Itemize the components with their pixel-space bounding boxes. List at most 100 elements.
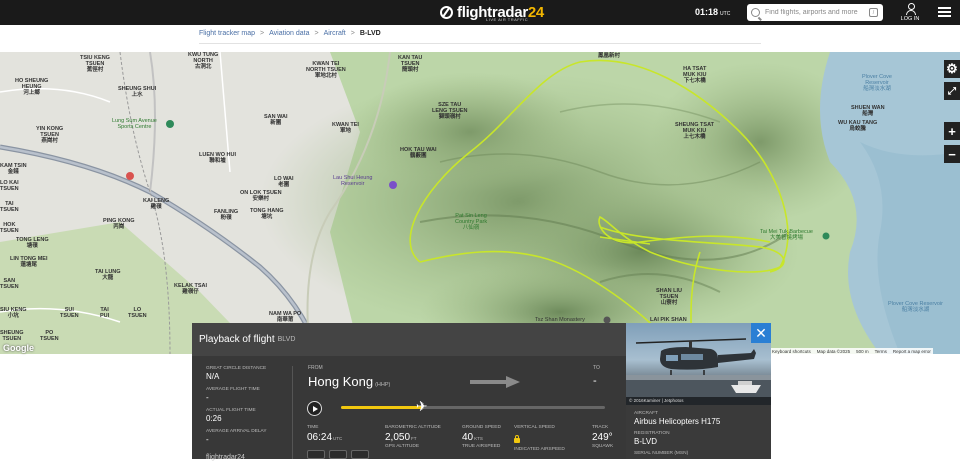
map-label: LUEN WO HUI 聯和墟 <box>199 152 236 164</box>
origin-airport[interactable]: Hong Kong (HHP) <box>308 374 390 389</box>
playback-header: Playback of flight BLVD <box>192 323 626 356</box>
map-label: KWAN TEI 軍地 <box>332 122 359 134</box>
search-input[interactable] <box>765 9 869 16</box>
close-panel-button[interactable]: ✕ <box>751 323 771 343</box>
map-label: KWAN TEI NORTH TSUEN 軍地北村 <box>306 61 346 79</box>
breadcrumb-aviation-data[interactable]: Aviation data <box>269 30 309 37</box>
flight-stats: GREAT CIRCLE DISTANCE N/A AVERAGE FLIGHT … <box>206 366 284 450</box>
playback-timeline-slider[interactable]: ✈ <box>341 399 605 413</box>
map-label: TAI PUI <box>100 307 110 319</box>
map-label: FANLING 粉嶺 <box>214 209 239 221</box>
map-label: KAI LENG 雞嶺 <box>143 198 170 210</box>
map-label: KELAK TSAI 雞嶺仔 <box>174 283 207 295</box>
map-label: KWU TUNG NORTH 古洞北 <box>188 52 219 70</box>
map-footer: Keyboard shortcuts Map data ©2025 500 m … <box>770 348 933 354</box>
map-label: SAN TSUEN <box>0 278 19 290</box>
playback-tool-button[interactable] <box>307 450 325 459</box>
zoom-in-button[interactable]: + <box>944 122 960 140</box>
radar-logo-icon <box>440 6 453 19</box>
zoom-out-button[interactable]: − <box>944 145 960 163</box>
map-label: LO KAI TSUEN <box>0 180 19 192</box>
timeline-progress <box>341 406 423 409</box>
destination-airport: - <box>593 375 597 387</box>
terms-link[interactable]: Terms <box>875 349 887 354</box>
poi-label[interactable]: Lau Shui Heung Reservoir <box>333 175 372 187</box>
user-icon <box>906 3 916 15</box>
great-circle-distance: N/A <box>206 372 220 381</box>
breadcrumb-aircraft[interactable]: Aircraft <box>324 30 346 37</box>
map-label: SHEUNG TSAT MUK KIU 上七木橋 <box>675 122 715 140</box>
login-button[interactable]: LOG IN <box>898 3 922 22</box>
search-box[interactable]: / <box>747 4 883 21</box>
top-navigation-bar: flightradar24 LIVE AIR TRAFFIC 01:18 UTC … <box>0 0 960 25</box>
hamburger-menu-icon[interactable] <box>938 7 951 17</box>
map-label: HOK TSUEN <box>0 222 19 234</box>
aircraft-info-panel: © 2016Kaminer | Jetphotos AIRCRAFT Airbu… <box>626 323 771 459</box>
photo-credit[interactable]: © 2016Kaminer | Jetphotos <box>626 397 771 405</box>
map-label: SIU KENG 小坑 <box>0 307 27 319</box>
map-label: KAN TAU TSUEN 簡頭村 <box>398 55 423 73</box>
flight-map[interactable]: KWU TUNG NORTH 古洞北 HO SHEUNG HEUNG 河上鄉 YIN K… <box>0 52 960 354</box>
aircraft-photo[interactable]: © 2016Kaminer | Jetphotos <box>626 323 771 405</box>
playback-tool-button[interactable] <box>329 450 347 459</box>
lock-icon[interactable] <box>514 435 520 443</box>
map-label: TONG LENG 塘嶺 <box>16 237 49 249</box>
route-arrow-icon <box>470 376 520 388</box>
flightradar24-logo[interactable]: flightradar24 LIVE AIR TRAFFIC <box>440 2 544 23</box>
breadcrumb-flight-tracker-map[interactable]: Flight tracker map <box>199 30 255 37</box>
map-label: HA TSAT MUK KIU 下七木橋 <box>683 66 707 84</box>
map-label: TAI TSUEN <box>0 201 19 213</box>
breadcrumb: Flight tracker map > Aviation data > Air… <box>199 30 381 37</box>
utc-clock: 01:18 UTC <box>695 7 731 17</box>
aircraft-type[interactable]: Airbus Helicopters H175 <box>634 417 720 426</box>
map-label: LO TSUEN <box>128 307 147 319</box>
poi-label[interactable]: Tai Mei Tuk Barbecue 大美督燒烤場 <box>760 229 813 241</box>
vertical-speed <box>514 432 565 446</box>
map-settings-gear-icon[interactable]: ⚙ <box>944 60 960 78</box>
map-label: SAN WAI 新圍 <box>264 114 288 126</box>
aircraft-details: AIRCRAFT Airbus Helicopters H175 REGISTR… <box>634 411 721 456</box>
actual-flight-time: 0:26 <box>206 414 222 423</box>
play-button[interactable] <box>307 401 322 416</box>
map-label: TSIU KENG TSUEN 蕉徑村 <box>80 55 110 73</box>
poi-label[interactable]: Plover Cove Reservoir 船灣淡水湖 <box>862 74 892 92</box>
map-label: PO TSUEN <box>40 330 59 342</box>
playback-panel: Playback of flight BLVD GREAT CIRCLE DIS… <box>192 323 626 461</box>
map-label: PING KONG 丙崗 <box>103 218 135 230</box>
map-label: KAM TSIN 金錢 <box>0 163 27 175</box>
map-label: HO SHEUNG HEUNG 河上鄉 <box>15 78 49 96</box>
from-label: FROM <box>308 365 323 371</box>
average-arrival-delay: - <box>206 435 209 444</box>
map-label: TAI LUNG 大龍 <box>95 269 121 281</box>
aircraft-registration[interactable]: B-LVD <box>634 437 720 446</box>
average-flight-time: - <box>206 393 209 402</box>
map-label: SHUEN WAN 船灣 <box>851 105 885 117</box>
poi-label[interactable]: Plover Cove Reservoir 船灣淡水湖 <box>888 301 943 313</box>
map-label: HOK TAU WAI 鶴藪圍 <box>400 147 437 159</box>
flightradar24-footer-logo: flightradar24 <box>206 454 245 461</box>
keyboard-shortcuts-link[interactable]: Keyboard shortcuts <box>772 349 811 354</box>
map-label: LIN TONG MEI 蓮塘尾 <box>10 256 48 268</box>
search-shortcut-key: / <box>869 8 878 17</box>
report-map-error-link[interactable]: Report a map error <box>893 349 931 354</box>
map-label: SUI TSUEN <box>60 307 79 319</box>
flight-callsign: BLVD <box>277 336 296 343</box>
map-label: YIN KONG TSUEN 燕崗村 <box>36 126 64 144</box>
helicopter-image <box>626 338 771 405</box>
playback-tool-button[interactable] <box>351 450 369 459</box>
fullscreen-icon[interactable]: ⤢ <box>944 82 960 100</box>
panel-divider <box>292 366 293 459</box>
breadcrumb-divider <box>199 43 761 44</box>
playback-title: Playback of flight <box>199 334 275 345</box>
search-icon <box>751 8 760 17</box>
ground-speed: 40KTS <box>462 432 483 443</box>
map-label: TONG HANG 塘坑 <box>250 208 284 220</box>
to-label: TO <box>593 365 600 371</box>
poi-label[interactable]: Pat Sin Leng Country Park 八仙嶺 <box>455 213 487 231</box>
map-label: LO WAI 老圍 <box>274 176 294 188</box>
map-label: SHAN LIU TSUEN 山寮村 <box>656 288 682 306</box>
poi-label[interactable]: Lung Sum Avenue Sports Centre <box>112 118 157 130</box>
map-label: SHEUNG TSUEN <box>0 330 24 342</box>
map-scale: 500 m <box>856 348 869 354</box>
aircraft-position-icon[interactable]: ✈ <box>416 399 428 413</box>
